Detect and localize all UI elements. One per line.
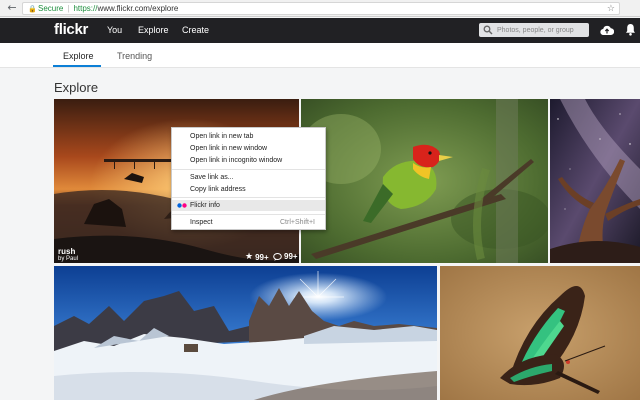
search-input[interactable]: Photos, people, or group — [479, 23, 589, 37]
menu-divider — [172, 197, 325, 198]
context-menu: Open link in new tab Open link in new wi… — [171, 127, 326, 230]
comment-count[interactable]: 99+ — [273, 252, 298, 261]
menu-inspect[interactable]: Inspect Ctrl+Shift+I — [172, 217, 325, 228]
star-icon: ★ — [245, 252, 254, 262]
site-header: flickr You Explore Create Photos, people… — [0, 18, 640, 43]
menu-open-incognito[interactable]: Open link in incognito window — [172, 155, 325, 166]
photo-author[interactable]: by Paul — [58, 256, 78, 262]
menu-flickr-info[interactable]: Flickr info — [172, 200, 325, 211]
photo-tile-mountains[interactable] — [54, 266, 437, 400]
search-icon — [483, 25, 493, 35]
upload-cloud-icon[interactable] — [600, 24, 614, 36]
tab-explore[interactable]: Explore — [63, 51, 94, 61]
menu-divider — [172, 214, 325, 215]
url-protocol: https:// — [73, 4, 98, 13]
photo-tile-bird[interactable] — [301, 99, 548, 263]
photo-snowy-mountains — [54, 266, 437, 400]
nav-create[interactable]: Create — [182, 25, 209, 35]
nav-you[interactable]: You — [107, 25, 122, 35]
photo-barbet-bird — [301, 99, 548, 263]
comment-icon — [273, 252, 282, 261]
page-title: Explore — [54, 80, 99, 95]
secure-label: Secure — [38, 4, 64, 13]
bookmark-star-icon[interactable]: ☆ — [607, 3, 615, 15]
comment-count-value: 99+ — [284, 252, 298, 261]
back-icon[interactable]: ← — [6, 2, 18, 14]
tab-trending[interactable]: Trending — [117, 51, 152, 61]
menu-open-new-window[interactable]: Open link in new window — [172, 143, 325, 154]
nav-explore[interactable]: Explore — [138, 25, 169, 35]
url-path: www.flickr.com/explore — [97, 4, 179, 13]
photo-butterfly — [440, 266, 640, 400]
menu-flickr-info-label: Flickr info — [190, 202, 220, 209]
favorite-count-value: 99+ — [255, 252, 269, 262]
bell-icon[interactable] — [625, 23, 636, 36]
search-placeholder: Photos, people, or group — [497, 26, 574, 34]
menu-inspect-label: Inspect — [190, 219, 213, 226]
menu-save-link[interactable]: Save link as... — [172, 172, 325, 183]
menu-copy-link[interactable]: Copy link address — [172, 184, 325, 195]
photo-tile-butterfly[interactable] — [440, 266, 640, 400]
lock-icon: 🔒 — [28, 4, 37, 13]
menu-open-new-tab[interactable]: Open link in new tab — [172, 131, 325, 142]
active-tab-indicator — [53, 65, 101, 67]
address-separator: | — [67, 4, 70, 13]
inspect-shortcut: Ctrl+Shift+I — [279, 219, 315, 226]
favorite-count[interactable]: ★ 99+ — [245, 252, 269, 262]
flickr-dots-icon — [177, 203, 187, 208]
explore-subnav: Explore Trending — [0, 43, 640, 68]
address-bar[interactable]: 🔒 Secure | https:// www.flickr.com/explo… — [22, 2, 620, 15]
photo-title[interactable]: rush — [58, 247, 75, 256]
browser-toolbar: ← ↻ 🔒 Secure | https:// www.flickr.com/e… — [0, 0, 640, 17]
menu-divider — [172, 169, 325, 170]
photo-tile-milkyway[interactable] — [550, 99, 640, 263]
photo-milky-way-tree — [550, 99, 640, 263]
flickr-logo[interactable]: flickr — [54, 21, 88, 38]
